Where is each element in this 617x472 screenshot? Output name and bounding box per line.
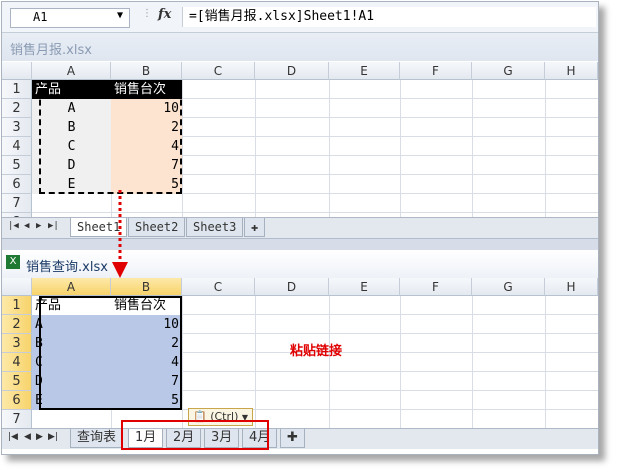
chevron-down-icon[interactable]: ▼ [117, 10, 123, 21]
last-sheet-icon[interactable]: ▶| [48, 221, 59, 231]
column-header-f[interactable]: F [400, 278, 472, 296]
row-header-4[interactable]: 4 [2, 137, 32, 156]
row-header-7[interactable]: 7 [2, 410, 32, 429]
insert-sheet-icon[interactable]: ✚ [244, 218, 266, 237]
workbook1-grid[interactable]: ABCDEFGH12345678产品销售台次A10B2C4D7E5 [2, 62, 598, 232]
excel-window: A1 ▼ ⋮ fx =[销售月报.xlsx]Sheet1!A1 销售月报.xls… [1, 1, 599, 455]
gridline [182, 296, 183, 429]
name-box[interactable]: A1 ▼ [10, 8, 130, 28]
row-header-6[interactable]: 6 [2, 175, 32, 194]
gridline [329, 296, 330, 429]
column-header-g[interactable]: G [472, 62, 545, 80]
column-header-h[interactable]: H [545, 62, 598, 80]
formula-input[interactable]: =[销售月报.xlsx]Sheet1!A1 [182, 7, 596, 27]
row-header-5[interactable]: 5 [2, 372, 32, 391]
link-arrow-icon [112, 190, 128, 278]
workbook2-title: 销售查询.xlsx [26, 260, 108, 275]
workbook1-titlebar: 销售月报.xlsx [2, 33, 598, 61]
row-header-2[interactable]: 2 [2, 99, 32, 118]
first-sheet-icon[interactable]: |◀ [8, 432, 18, 442]
selection-range [39, 296, 182, 410]
column-header-h[interactable]: H [545, 278, 598, 296]
row-header-2[interactable]: 2 [2, 315, 32, 334]
separator-icon: ⋮ [142, 8, 152, 19]
gridline [329, 80, 330, 232]
workbook1-title: 销售月报.xlsx [10, 43, 92, 58]
next-sheet-icon[interactable]: ▶ [36, 432, 43, 442]
paste-link-annotation: 粘贴链接 [290, 344, 343, 359]
select-all-corner[interactable] [2, 278, 32, 296]
gridline [400, 296, 401, 429]
column-header-f[interactable]: F [400, 62, 472, 80]
excel-file-icon: X [6, 255, 20, 269]
month-tabs-highlight [121, 420, 269, 450]
column-header-c[interactable]: C [182, 278, 255, 296]
insert-function-icon[interactable]: fx [158, 7, 171, 22]
column-header-b[interactable]: B [111, 278, 182, 296]
workbook1-sheet-tabs: |◀ ◀ ▶ ▶| Sheet1 Sheet2 Sheet3 ✚ [2, 217, 598, 238]
column-header-d[interactable]: D [255, 278, 329, 296]
insert-sheet-icon[interactable]: ✚ [280, 429, 305, 448]
row-header-4[interactable]: 4 [2, 353, 32, 372]
next-sheet-icon[interactable]: ▶ [36, 221, 41, 231]
formula-bar: A1 ▼ ⋮ fx =[销售月报.xlsx]Sheet1!A1 [2, 2, 598, 33]
column-header-e[interactable]: E [329, 62, 400, 80]
gridline [472, 80, 473, 232]
gridline [545, 296, 546, 429]
row-header-1[interactable]: 1 [2, 296, 32, 315]
workbook2-titlebar: X 销售查询.xlsx [2, 250, 598, 278]
prev-sheet-icon[interactable]: ◀ [24, 432, 31, 442]
column-header-b[interactable]: B [111, 62, 182, 80]
tab-query[interactable]: 查询表 [70, 429, 124, 448]
gridline [472, 296, 473, 429]
prev-sheet-icon[interactable]: ◀ [24, 221, 29, 231]
workbook2-sheet-tabs: |◀ ◀ ▶ ▶| 查询表 1月 2月 3月 4月 ✚ [2, 428, 598, 449]
row-header-7[interactable]: 7 [2, 194, 32, 213]
row-header-5[interactable]: 5 [2, 156, 32, 175]
gridline [255, 80, 256, 232]
row-header-6[interactable]: 6 [2, 391, 32, 410]
row-header-1[interactable]: 1 [2, 80, 32, 99]
last-sheet-icon[interactable]: ▶| [48, 432, 58, 442]
first-sheet-icon[interactable]: |◀ [8, 221, 19, 231]
column-header-g[interactable]: G [472, 278, 545, 296]
column-header-a[interactable]: A [32, 62, 111, 80]
gridline [545, 80, 546, 232]
column-header-e[interactable]: E [329, 278, 400, 296]
name-box-value: A1 [33, 10, 48, 24]
tab-sheet2[interactable]: Sheet2 [128, 218, 186, 237]
column-header-c[interactable]: C [182, 62, 255, 80]
column-header-d[interactable]: D [255, 62, 329, 80]
selection-range [39, 80, 182, 194]
row-header-3[interactable]: 3 [2, 118, 32, 137]
row-header-3[interactable]: 3 [2, 334, 32, 353]
gridline [400, 80, 401, 232]
column-header-a[interactable]: A [32, 278, 111, 296]
select-all-corner[interactable] [2, 62, 32, 80]
gridline [182, 80, 183, 232]
tab-sheet3[interactable]: Sheet3 [186, 218, 244, 237]
gridline [255, 296, 256, 429]
